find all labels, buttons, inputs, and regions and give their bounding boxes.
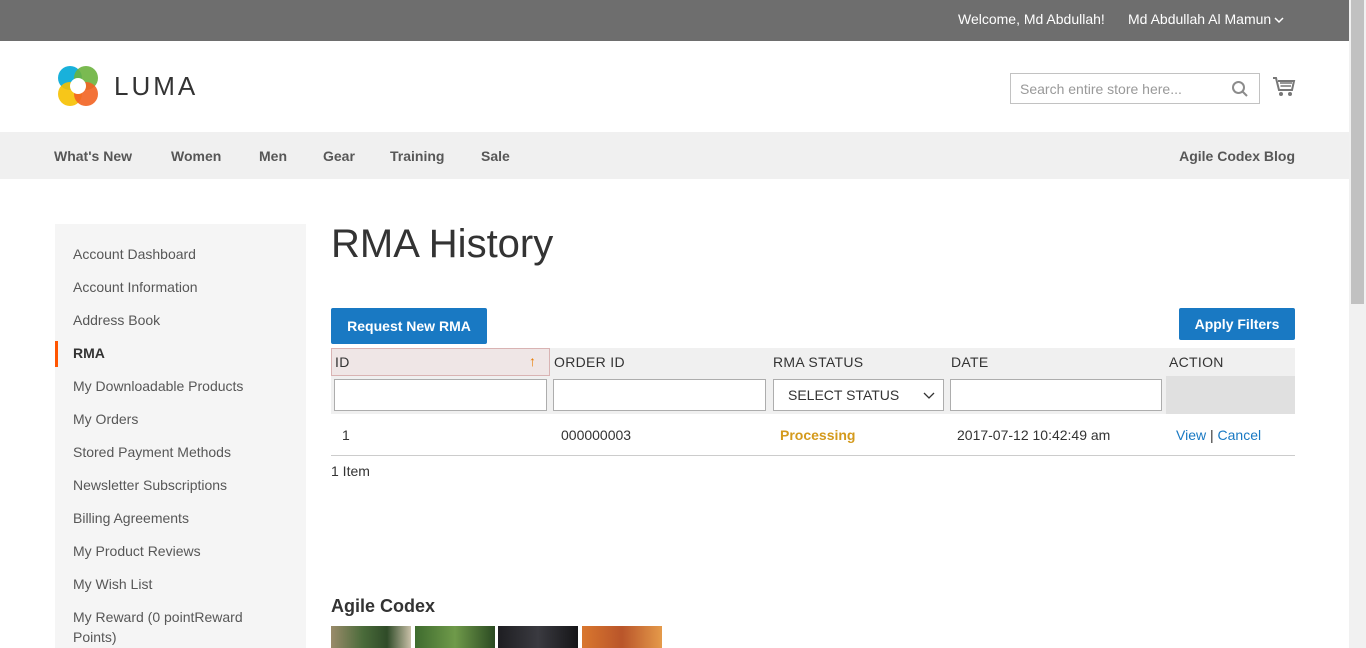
- sidebar-item-wish-list[interactable]: My Wish List: [73, 574, 273, 594]
- sidebar-item-my-orders[interactable]: My Orders: [73, 409, 273, 429]
- main-navigation: What's New Women Men Gear Training Sale …: [0, 132, 1349, 179]
- nav-item-sale[interactable]: Sale: [481, 148, 510, 164]
- column-header-id[interactable]: ID ↑: [331, 348, 550, 376]
- column-header-action: ACTION: [1169, 354, 1224, 370]
- sidebar-item-billing-agreements[interactable]: Billing Agreements: [73, 508, 273, 528]
- column-header-id-label: ID: [335, 354, 350, 370]
- sidebar-item-rma[interactable]: RMA: [73, 343, 273, 363]
- sort-arrow-icon: ↑: [529, 353, 536, 369]
- sidebar-item-my-reward[interactable]: My Reward (0 pointReward Points): [73, 607, 263, 647]
- cell-status: Processing: [780, 427, 856, 443]
- item-count: 1 Item: [331, 463, 370, 479]
- nav-item-women[interactable]: Women: [171, 148, 221, 164]
- sidebar-item-downloadable-products[interactable]: My Downloadable Products: [73, 376, 273, 396]
- gallery-image-4[interactable]: [582, 626, 662, 648]
- cancel-link[interactable]: Cancel: [1218, 427, 1262, 443]
- nav-item-blog[interactable]: Agile Codex Blog: [1179, 148, 1295, 164]
- site-header: LUMA: [0, 41, 1349, 132]
- sidebar-item-account-dashboard[interactable]: Account Dashboard: [73, 244, 273, 264]
- status-filter-select[interactable]: SELECT STATUS: [773, 379, 944, 411]
- sidebar-item-address-book[interactable]: Address Book: [73, 310, 273, 330]
- luma-logo-icon: [58, 66, 98, 106]
- nav-item-men[interactable]: Men: [259, 148, 287, 164]
- sidebar-item-account-information[interactable]: Account Information: [73, 277, 273, 297]
- account-menu[interactable]: Md Abdullah Al Mamun: [1128, 11, 1284, 27]
- account-sidebar: Account Dashboard Account Information Ad…: [55, 224, 306, 648]
- page-scrollbar[interactable]: [1349, 0, 1366, 648]
- store-logo[interactable]: LUMA: [55, 63, 198, 109]
- top-bar: Welcome, Md Abdullah! Md Abdullah Al Mam…: [0, 0, 1349, 41]
- column-header-order-id[interactable]: ORDER ID: [554, 354, 625, 370]
- cell-order-id: 000000003: [561, 427, 632, 443]
- gallery-image-2[interactable]: [415, 626, 495, 648]
- action-separator: |: [1209, 427, 1214, 443]
- gallery-image-1[interactable]: [331, 626, 411, 648]
- scrollbar-thumb[interactable]: [1351, 0, 1364, 304]
- account-name: Md Abdullah Al Mamun: [1128, 11, 1272, 27]
- cart-icon[interactable]: [1271, 74, 1297, 100]
- search-box: [1010, 73, 1260, 104]
- apply-filters-button[interactable]: Apply Filters: [1179, 308, 1295, 340]
- date-filter-input[interactable]: [950, 379, 1162, 411]
- nav-item-gear[interactable]: Gear: [323, 148, 355, 164]
- cell-date: 2017-07-12 10:42:49 am: [957, 427, 1111, 443]
- sidebar-item-newsletter-subscriptions[interactable]: Newsletter Subscriptions: [73, 475, 273, 495]
- filter-row: SELECT STATUS: [331, 376, 1295, 414]
- column-header-date[interactable]: DATE: [951, 354, 989, 370]
- chevron-down-icon: [923, 380, 935, 410]
- welcome-message: Welcome, Md Abdullah!: [958, 11, 1105, 27]
- search-icon[interactable]: [1231, 80, 1249, 98]
- grid-header: ID ↑ ORDER ID RMA STATUS DATE ACTION: [331, 348, 1295, 376]
- search-input[interactable]: [1011, 74, 1221, 103]
- gallery-image-3[interactable]: [498, 626, 578, 648]
- sidebar-item-stored-payment-methods[interactable]: Stored Payment Methods: [73, 442, 273, 462]
- table-row: 1 000000003 Processing 2017-07-12 10:42:…: [331, 414, 1295, 456]
- view-link[interactable]: View: [1176, 427, 1206, 443]
- logo-text: LUMA: [114, 70, 199, 101]
- id-filter-input[interactable]: [334, 379, 547, 411]
- cell-action: View | Cancel: [1176, 427, 1261, 443]
- order-id-filter-input[interactable]: [553, 379, 766, 411]
- agile-codex-heading: Agile Codex: [331, 596, 436, 616]
- action-filter-cell: [1166, 376, 1295, 414]
- request-new-rma-button[interactable]: Request New RMA: [331, 308, 487, 344]
- status-filter-selected: SELECT STATUS: [788, 387, 900, 403]
- active-marker: [55, 341, 58, 367]
- page-title: RMA History: [331, 222, 554, 266]
- nav-item-whats-new[interactable]: What's New: [54, 148, 132, 164]
- sidebar-item-product-reviews[interactable]: My Product Reviews: [73, 541, 273, 561]
- chevron-down-icon: [1274, 16, 1284, 27]
- cell-id: 1: [342, 427, 350, 443]
- column-header-rma-status[interactable]: RMA STATUS: [773, 354, 863, 370]
- nav-item-training[interactable]: Training: [390, 148, 444, 164]
